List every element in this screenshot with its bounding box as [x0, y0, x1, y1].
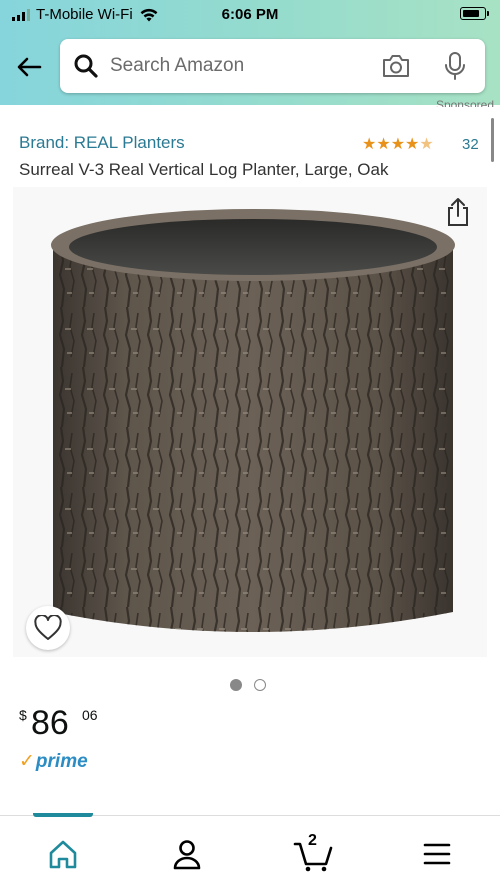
log-planter-image — [13, 187, 487, 657]
rating-count[interactable]: 32 — [462, 136, 479, 153]
image-pager — [230, 679, 266, 691]
microphone-icon[interactable] — [440, 50, 470, 82]
star-icon: ★ — [362, 136, 377, 153]
wishlist-button[interactable] — [26, 606, 70, 650]
battery-fill — [462, 9, 479, 17]
battery-icon — [460, 7, 489, 20]
pager-dot[interactable] — [254, 679, 266, 691]
scrollbar — [491, 118, 494, 162]
share-icon[interactable] — [443, 196, 473, 228]
prime-badge: ✓prime — [19, 750, 88, 773]
search-placeholder: Search Amazon — [110, 55, 245, 76]
bottom-nav: 2 — [0, 813, 500, 889]
cart-button[interactable]: 2 — [292, 832, 338, 874]
prime-label: prime — [35, 751, 88, 772]
status-time: 6:06 PM — [221, 6, 279, 23]
pager-dot[interactable] — [230, 679, 242, 691]
star-icon: ★ — [376, 136, 391, 153]
sponsored-label: Sponsored — [435, 98, 494, 107]
product-page: T-Mobile Wi-Fi 6:06 PM Search Amazon Spo… — [0, 0, 500, 889]
brand-link[interactable]: Brand: REAL Planters — [19, 133, 185, 153]
star-icon: ★ — [405, 136, 420, 153]
price-fraction: 06 — [82, 707, 98, 723]
search-icon — [74, 54, 98, 78]
home-icon[interactable] — [43, 834, 83, 874]
star-rating[interactable]: ★★★★★ — [362, 134, 434, 154]
prime-check-icon: ✓ — [19, 751, 35, 772]
heart-icon — [34, 615, 62, 640]
search-input[interactable]: Search Amazon — [60, 39, 485, 93]
status-bar: T-Mobile Wi-Fi 6:06 PM — [0, 0, 500, 30]
star-icon: ★ — [390, 136, 406, 153]
product-title: Surreal V-3 Real Vertical Log Planter, L… — [19, 160, 389, 179]
menu-icon[interactable] — [417, 834, 457, 874]
product-image[interactable] — [13, 187, 487, 657]
cart-count: 2 — [308, 832, 317, 849]
camera-icon[interactable] — [380, 51, 412, 81]
back-arrow-icon[interactable] — [14, 52, 44, 82]
price-currency: $ — [19, 707, 27, 723]
active-tab-indicator — [33, 813, 93, 817]
price-whole: 86 — [31, 704, 69, 742]
star-icon: ★ — [419, 136, 434, 153]
account-icon[interactable] — [167, 834, 207, 874]
